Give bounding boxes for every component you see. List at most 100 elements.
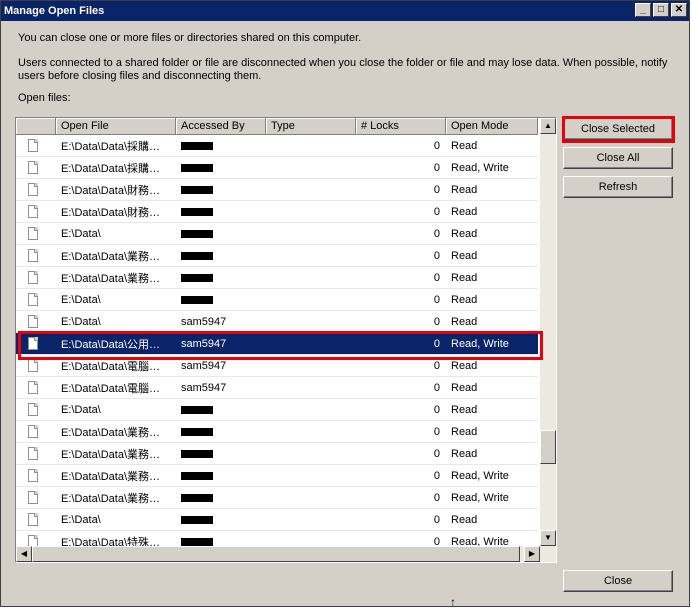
- file-icon: [16, 161, 56, 174]
- table-row[interactable]: E:\Data\Data\財務… 0 Read: [16, 201, 538, 223]
- locks-cell: 0: [433, 161, 440, 174]
- open-files-list[interactable]: Open File Accessed By Type # Locks Open …: [15, 117, 557, 563]
- table-row[interactable]: E:\Data\Data\業務… 0 Read, Write: [16, 465, 538, 487]
- file-icon: [16, 139, 56, 152]
- locks-cell: 0: [433, 227, 440, 240]
- document-icon: [28, 139, 38, 152]
- locks-cell: 0: [433, 513, 440, 526]
- locks-cell: 0: [433, 315, 440, 328]
- horizontal-scroll-thumb[interactable]: [32, 546, 520, 562]
- close-button[interactable]: Close: [563, 570, 673, 592]
- accessed-by-cell: [176, 140, 266, 152]
- header-accessed-by[interactable]: Accessed By: [176, 118, 266, 135]
- document-icon: [28, 447, 38, 460]
- locks-cell: 0: [433, 359, 440, 372]
- table-row[interactable]: E:\Data\Data\業務… 0 Read: [16, 245, 538, 267]
- scroll-up-icon[interactable]: ▲: [540, 118, 556, 134]
- vertical-scrollbar[interactable]: ▲ ▼: [540, 118, 556, 546]
- horizontal-scrollbar[interactable]: ◀ ▶: [16, 546, 556, 562]
- open-file-cell: E:\Data\: [61, 227, 101, 240]
- table-row[interactable]: E:\Data\Data\財務… 0 Read: [16, 179, 538, 201]
- redacted-user-mark: [181, 251, 213, 260]
- locks-cell: 0: [433, 183, 440, 196]
- redacted-user-mark: [181, 537, 213, 546]
- header-type[interactable]: Type: [266, 118, 356, 135]
- table-row[interactable]: E:\Data\ 0 Read: [16, 289, 538, 311]
- description-line-3: users before closing files and disconnec…: [18, 70, 262, 82]
- open-file-cell: E:\Data\Data\財務…: [61, 184, 161, 197]
- minimize-button[interactable]: _: [635, 3, 651, 17]
- table-row[interactable]: E:\Data\Data\業務… 0 Read, Write: [16, 487, 538, 509]
- header-icon-column[interactable]: [16, 118, 56, 135]
- description-line-1: You can close one or more files or direc…: [18, 32, 362, 44]
- table-row[interactable]: E:\Data\Data\電腦… sam5947 0 Read: [16, 355, 538, 377]
- table-row[interactable]: E:\Data\Data\採購… 0 Read, Write: [16, 157, 538, 179]
- redacted-user-mark: [181, 273, 213, 282]
- document-icon: [28, 249, 38, 262]
- accessed-by-cell: [176, 206, 266, 218]
- locks-cell: 0: [433, 469, 440, 482]
- scroll-down-icon[interactable]: ▼: [540, 530, 556, 546]
- open-file-cell: E:\Data\Data\業務…: [61, 448, 161, 461]
- accessed-by-cell: sam5947: [181, 315, 227, 328]
- locks-cell: 0: [433, 447, 440, 460]
- document-icon: [28, 359, 38, 372]
- close-selected-button[interactable]: Close Selected: [563, 118, 673, 140]
- accessed-by-cell: [176, 228, 266, 240]
- locks-cell: 0: [433, 293, 440, 306]
- table-row[interactable]: E:\Data\Data\電腦… sam5947 0 Read: [16, 377, 538, 399]
- list-header: Open File Accessed By Type # Locks Open …: [16, 118, 538, 135]
- table-row[interactable]: E:\Data\ 0 Read: [16, 509, 538, 531]
- scroll-right-icon[interactable]: ▶: [524, 546, 540, 562]
- open-mode-cell: Read: [451, 293, 478, 306]
- open-file-cell: E:\Data\Data\業務…: [61, 426, 161, 439]
- file-icon: [16, 183, 56, 196]
- locks-cell: 0: [433, 139, 440, 152]
- maximize-button[interactable]: □: [653, 3, 669, 17]
- scroll-left-icon[interactable]: ◀: [16, 546, 32, 562]
- table-row[interactable]: E:\Data\ 0 Read: [16, 399, 538, 421]
- table-row[interactable]: E:\Data\Data\業務… 0 Read: [16, 267, 538, 289]
- file-icon: [16, 293, 56, 306]
- close-all-button[interactable]: Close All: [563, 147, 673, 169]
- locks-cell: 0: [433, 249, 440, 262]
- table-row[interactable]: E:\Data\Data\業務… 0 Read: [16, 443, 538, 465]
- accessed-by-cell: [176, 294, 266, 306]
- open-file-cell: E:\Data\Data\業務…: [61, 272, 161, 285]
- open-file-cell: E:\Data\Data\業務…: [61, 250, 161, 263]
- open-file-cell: E:\Data\Data\業務…: [61, 492, 161, 505]
- accessed-by-cell: [176, 162, 266, 174]
- redacted-user-mark: [181, 427, 213, 436]
- accessed-by-cell: [176, 426, 266, 438]
- header-locks[interactable]: # Locks: [356, 118, 446, 135]
- refresh-button[interactable]: Refresh: [563, 176, 673, 198]
- vertical-scroll-thumb[interactable]: [540, 430, 556, 464]
- document-icon: [28, 315, 38, 328]
- document-icon: [28, 293, 38, 306]
- accessed-by-cell: [176, 250, 266, 262]
- open-file-cell: E:\Data\: [61, 403, 101, 416]
- accessed-by-cell: [176, 448, 266, 460]
- document-icon: [28, 381, 38, 394]
- table-row[interactable]: E:\Data\Data\採購… 0 Read: [16, 135, 538, 157]
- open-file-cell: E:\Data\Data\採購…: [61, 162, 161, 175]
- close-window-button[interactable]: ✕: [671, 3, 687, 17]
- manage-open-files-dialog: Manage Open Files _ □ ✕ You can close on…: [0, 0, 690, 607]
- header-open-mode[interactable]: Open Mode: [446, 118, 538, 135]
- redacted-user-mark: [181, 207, 213, 216]
- accessed-by-cell: [176, 272, 266, 284]
- table-row[interactable]: E:\Data\Data\業務… 0 Read: [16, 421, 538, 443]
- open-mode-cell: Read: [451, 139, 478, 152]
- table-row[interactable]: E:\Data\ sam5947 0 Read: [16, 311, 538, 333]
- accessed-by-cell: [176, 514, 266, 526]
- file-icon: [16, 227, 56, 240]
- open-mode-cell: Read: [451, 183, 478, 196]
- open-mode-cell: Read, Write: [451, 469, 509, 482]
- table-row[interactable]: E:\Data\Data\公用… sam5947 0 Read, Write: [16, 333, 538, 355]
- file-icon: [16, 249, 56, 262]
- header-open-file[interactable]: Open File: [56, 118, 176, 135]
- file-icon: [16, 513, 56, 526]
- document-icon: [28, 403, 38, 416]
- table-row[interactable]: E:\Data\ 0 Read: [16, 223, 538, 245]
- open-mode-cell: Read: [451, 205, 478, 218]
